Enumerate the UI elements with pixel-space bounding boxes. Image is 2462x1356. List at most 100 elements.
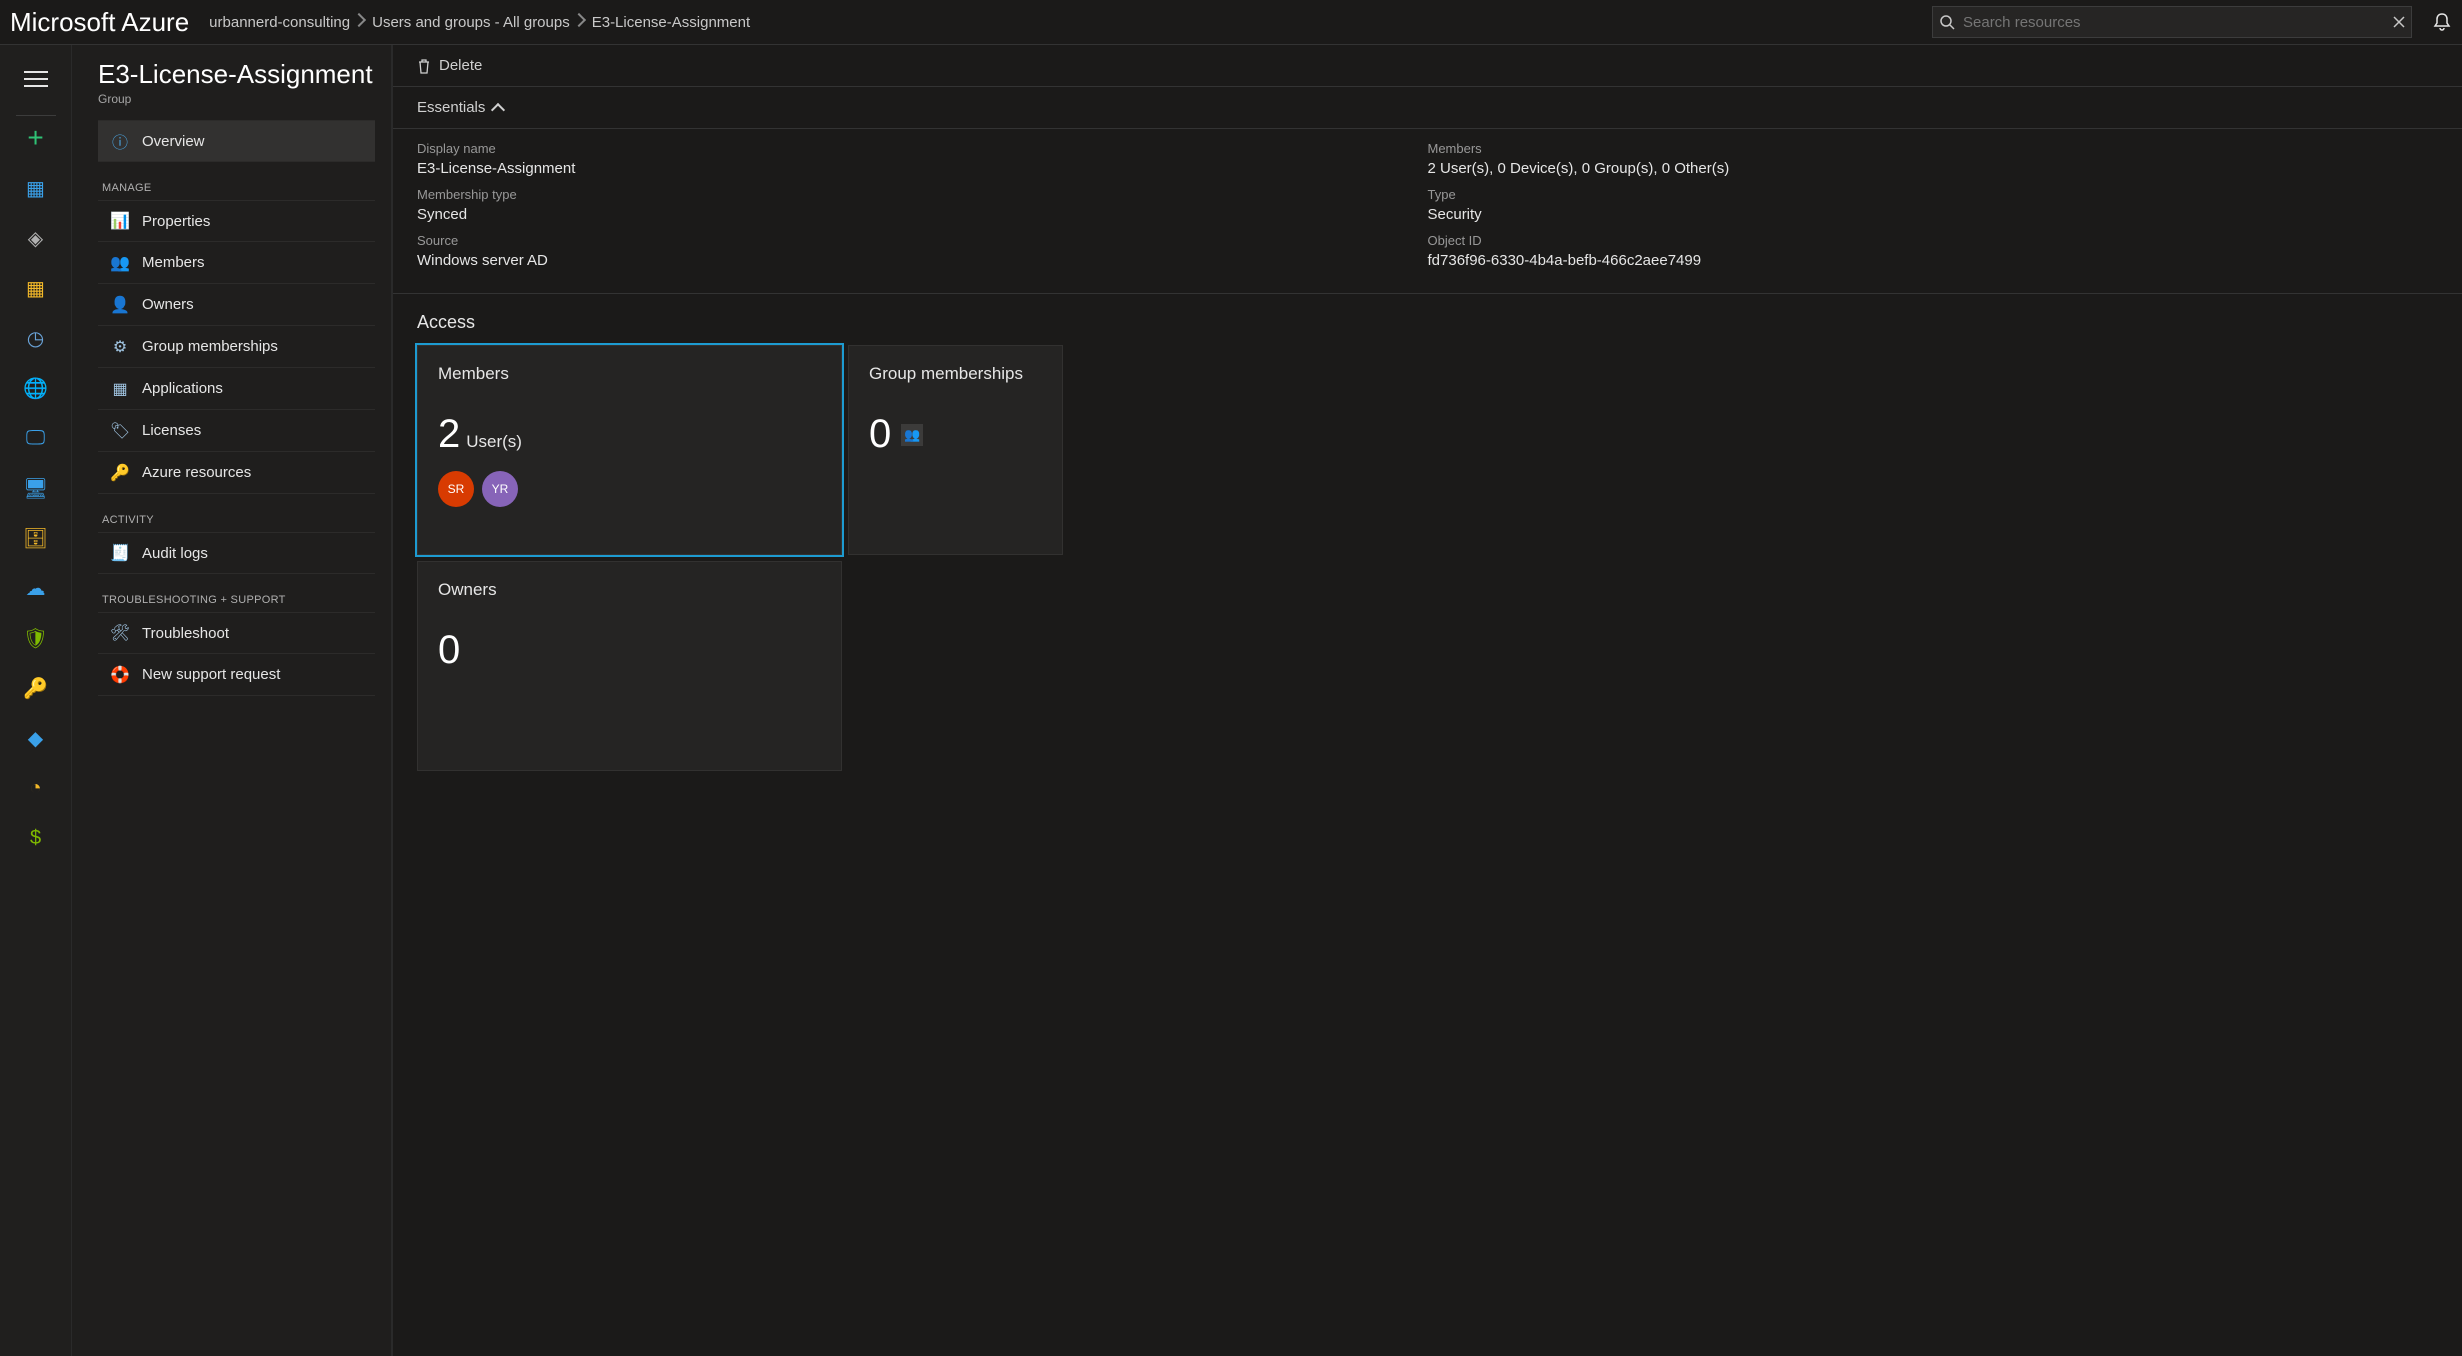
breadcrumb-groups[interactable]: Users and groups - All groups bbox=[372, 14, 570, 31]
blade-title: E3-License-Assignment bbox=[98, 59, 375, 90]
owners-icon: 👤 bbox=[110, 295, 130, 315]
nav-group-memberships[interactable]: ⚙ Group memberships bbox=[98, 326, 375, 368]
clear-icon[interactable] bbox=[2393, 16, 2405, 28]
search-box[interactable] bbox=[1932, 6, 2412, 38]
chevron-up-icon bbox=[493, 101, 507, 115]
ess-type-label: Type bbox=[1428, 187, 2439, 202]
ess-display-name-value: E3-License-Assignment bbox=[417, 160, 1428, 177]
nav-label: Properties bbox=[142, 213, 210, 230]
group-icon: 👥 bbox=[901, 424, 923, 446]
nav-label: Group memberships bbox=[142, 338, 278, 355]
cloud-icon[interactable]: ☁ bbox=[24, 576, 48, 600]
blade-subtitle: Group bbox=[98, 92, 375, 106]
breadcrumb-current[interactable]: E3-License-Assignment bbox=[592, 14, 750, 31]
avatar: SR bbox=[438, 471, 474, 507]
nav-label: Azure resources bbox=[142, 464, 251, 481]
vm-icon[interactable]: 🖥 bbox=[24, 476, 48, 500]
left-rail: + ▦ ◈ ▦ ◷ 🌐 🖵 🖥 🗄 ☁ 🛡 🔑 ◆ ◔ $ bbox=[0, 45, 72, 1356]
dashboard-icon[interactable]: ▦ bbox=[24, 176, 48, 200]
brand-text[interactable]: Microsoft Azure bbox=[10, 7, 189, 38]
nav-label: Members bbox=[142, 254, 205, 271]
ess-source-label: Source bbox=[417, 233, 1428, 248]
breadcrumb-tenant[interactable]: urbannerd-consulting bbox=[209, 14, 350, 31]
nav-troubleshoot[interactable]: 🛠 Troubleshoot bbox=[98, 612, 375, 654]
cost-icon[interactable]: $ bbox=[24, 826, 48, 850]
section-support: TROUBLESHOOTING + SUPPORT bbox=[102, 594, 375, 606]
top-bar: Microsoft Azure urbannerd-consulting Use… bbox=[0, 0, 2462, 45]
section-activity: ACTIVITY bbox=[102, 514, 375, 526]
essentials-toggle[interactable]: Essentials bbox=[393, 87, 2462, 129]
properties-icon: 📊 bbox=[110, 211, 130, 231]
wrench-icon: 🛠 bbox=[110, 623, 130, 643]
command-bar: Delete bbox=[393, 45, 2462, 87]
ess-object-id-label: Object ID bbox=[1428, 233, 2439, 248]
cube-icon[interactable]: ◈ bbox=[24, 226, 48, 250]
nav-applications[interactable]: ▦ Applications bbox=[98, 368, 375, 410]
breadcrumb: urbannerd-consulting Users and groups - … bbox=[209, 14, 750, 31]
section-manage: MANAGE bbox=[102, 182, 375, 194]
group-memberships-card[interactable]: Group memberships 0 👥 bbox=[848, 345, 1063, 555]
ess-members-value: 2 User(s), 0 Device(s), 0 Group(s), 0 Ot… bbox=[1428, 160, 2439, 177]
members-card[interactable]: Members 2 User(s) SRYR bbox=[417, 345, 842, 555]
access-section-title: Access bbox=[393, 294, 2462, 345]
trash-icon bbox=[417, 58, 431, 74]
nav-new-support-request[interactable]: 🛟 New support request bbox=[98, 654, 375, 696]
member-avatars: SRYR bbox=[438, 471, 821, 507]
delete-label: Delete bbox=[439, 57, 482, 74]
search-icon bbox=[1939, 14, 1955, 30]
recent-icon[interactable]: ◷ bbox=[24, 326, 48, 350]
members-icon: 👥 bbox=[110, 253, 130, 273]
sql-icon[interactable]: 🗄 bbox=[24, 526, 48, 550]
ess-display-name-label: Display name bbox=[417, 141, 1428, 156]
hamburger-button[interactable] bbox=[12, 55, 60, 103]
aad-icon[interactable]: ◆ bbox=[24, 726, 48, 750]
chevron-right-icon bbox=[574, 15, 588, 29]
owners-count: 0 bbox=[438, 628, 821, 673]
ess-membership-type-value: Synced bbox=[417, 206, 1428, 223]
rail-separator bbox=[16, 115, 56, 116]
gm-card-title: Group memberships bbox=[869, 364, 1042, 384]
logs-icon: 🧾 bbox=[110, 543, 130, 563]
nav-label: Audit logs bbox=[142, 545, 208, 562]
nav-audit-logs[interactable]: 🧾 Audit logs bbox=[98, 532, 375, 574]
meter-icon[interactable]: ◔ bbox=[24, 776, 48, 800]
globe-icon[interactable]: 🌐 bbox=[24, 376, 48, 400]
all-resources-icon[interactable]: ▦ bbox=[24, 276, 48, 300]
notifications-button[interactable] bbox=[2432, 12, 2452, 32]
support-icon: 🛟 bbox=[110, 665, 130, 685]
owners-card[interactable]: Owners 0 bbox=[417, 561, 842, 771]
license-icon: 🏷 bbox=[110, 421, 130, 441]
essentials-label: Essentials bbox=[417, 99, 485, 116]
ess-type-value: Security bbox=[1428, 206, 2439, 223]
nav-overview[interactable]: ⓘ Overview bbox=[98, 120, 375, 162]
nav-properties[interactable]: 📊 Properties bbox=[98, 200, 375, 242]
content-pane: Delete Essentials Display name E3-Licens… bbox=[392, 45, 2462, 1356]
gm-count: 0 bbox=[869, 412, 891, 457]
info-icon: ⓘ bbox=[110, 131, 130, 151]
avatar: YR bbox=[482, 471, 518, 507]
nav-licenses[interactable]: 🏷 Licenses bbox=[98, 410, 375, 452]
ess-object-id-value: fd736f96-6330-4b4a-befb-466c2aee7499 bbox=[1428, 252, 2439, 269]
nav-azure-resources[interactable]: 🔑 Azure resources bbox=[98, 452, 375, 494]
apps-icon: ▦ bbox=[110, 379, 130, 399]
delete-button[interactable]: Delete bbox=[417, 57, 482, 74]
create-resource-icon[interactable]: + bbox=[24, 126, 48, 150]
nav-label: Applications bbox=[142, 380, 223, 397]
essentials-panel: Display name E3-License-Assignment Membe… bbox=[393, 129, 2462, 294]
ess-source-value: Windows server AD bbox=[417, 252, 1428, 269]
nav-label: Licenses bbox=[142, 422, 201, 439]
owners-card-title: Owners bbox=[438, 580, 821, 600]
security-icon[interactable]: 🛡 bbox=[24, 626, 48, 650]
nav-label: Owners bbox=[142, 296, 194, 313]
key-icon[interactable]: 🔑 bbox=[24, 676, 48, 700]
nav-members[interactable]: 👥 Members bbox=[98, 242, 375, 284]
members-count: 2 bbox=[438, 412, 460, 457]
nav-owners[interactable]: 👤 Owners bbox=[98, 284, 375, 326]
chevron-right-icon bbox=[354, 15, 368, 29]
ess-membership-type-label: Membership type bbox=[417, 187, 1428, 202]
gear-icon: ⚙ bbox=[110, 337, 130, 357]
monitor-icon[interactable]: 🖵 bbox=[24, 426, 48, 450]
search-input[interactable] bbox=[1955, 14, 2393, 31]
nav-label: Overview bbox=[142, 133, 205, 150]
members-card-title: Members bbox=[438, 364, 821, 384]
